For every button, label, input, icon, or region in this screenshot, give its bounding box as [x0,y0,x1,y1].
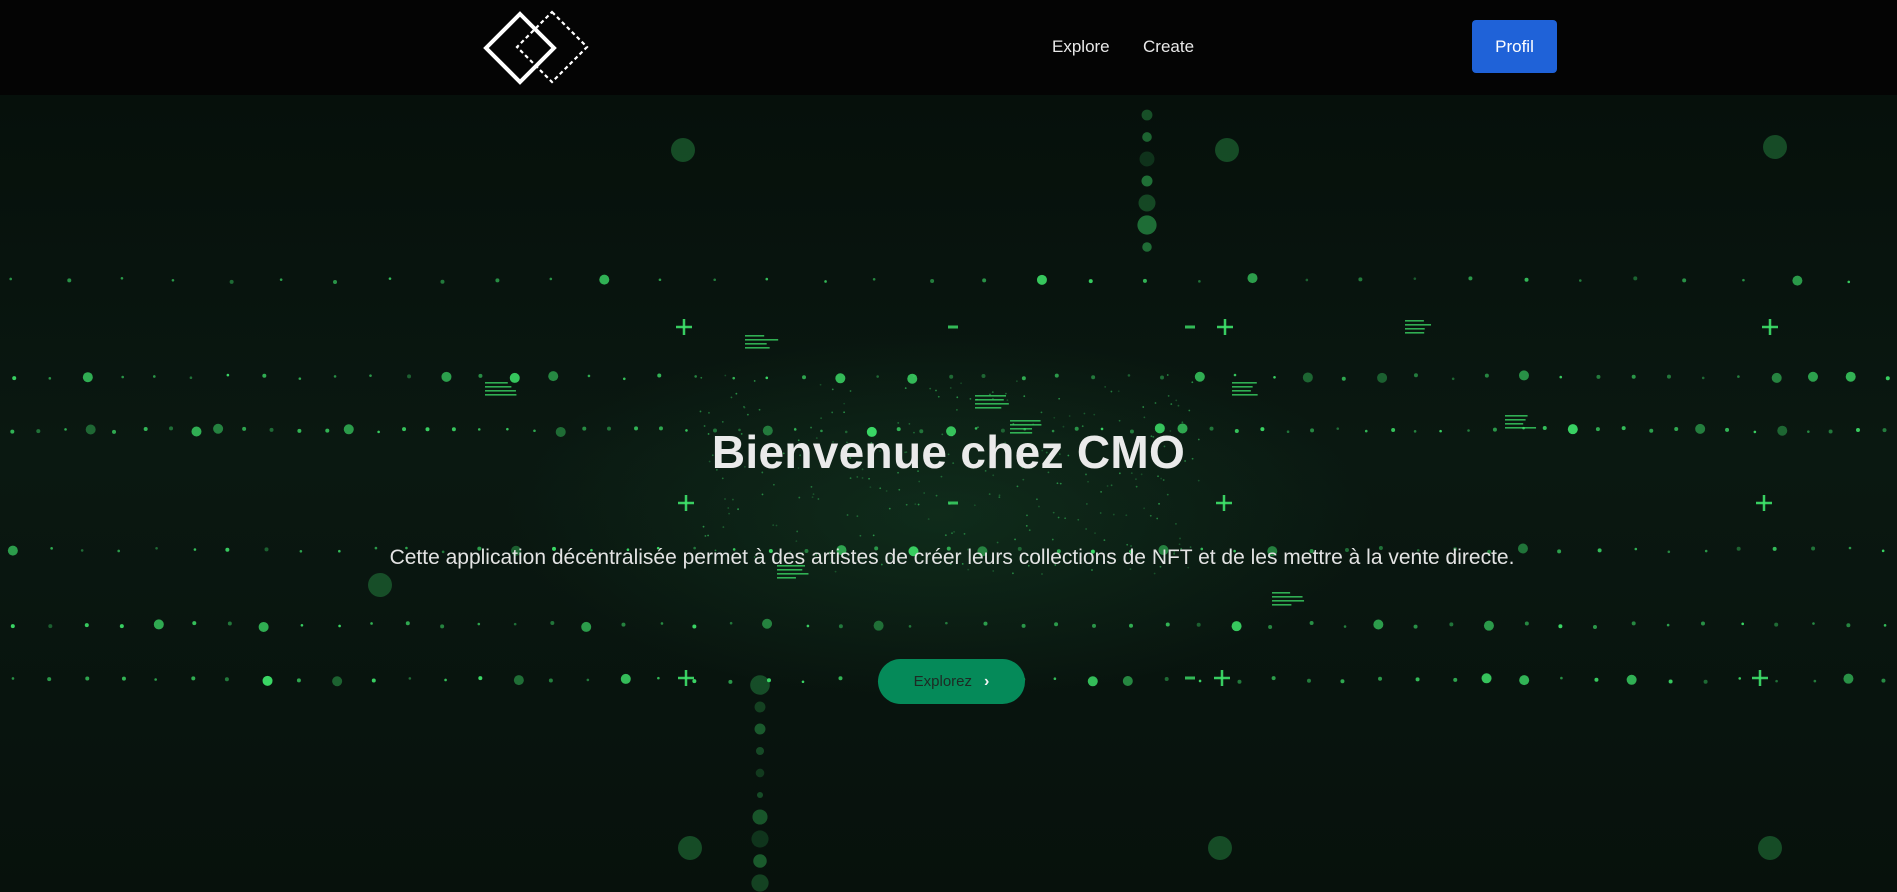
hero-description: Cette application décentralisée permet à… [389,546,1515,569]
chevron-right-icon: › [984,673,990,690]
navbar: Explore Create Profil [0,0,1897,95]
hero-section: Bienvenue chez CMO Cette application déc… [0,95,1897,892]
explorez-button-label: Explorez [913,673,973,690]
hero-title: Bienvenue chez CMO [711,426,1186,478]
nav-link-explore[interactable]: Explore [1052,36,1110,58]
explorez-button[interactable]: Explorez › [878,659,1025,704]
nav-link-create[interactable]: Create [1143,36,1194,58]
page: Explore Create Profil Bienvenue chez CMO… [0,0,1897,892]
profile-button[interactable]: Profil [1472,20,1557,73]
background-grid-art [7,109,1890,892]
double-diamond-logo-icon[interactable] [480,8,592,88]
